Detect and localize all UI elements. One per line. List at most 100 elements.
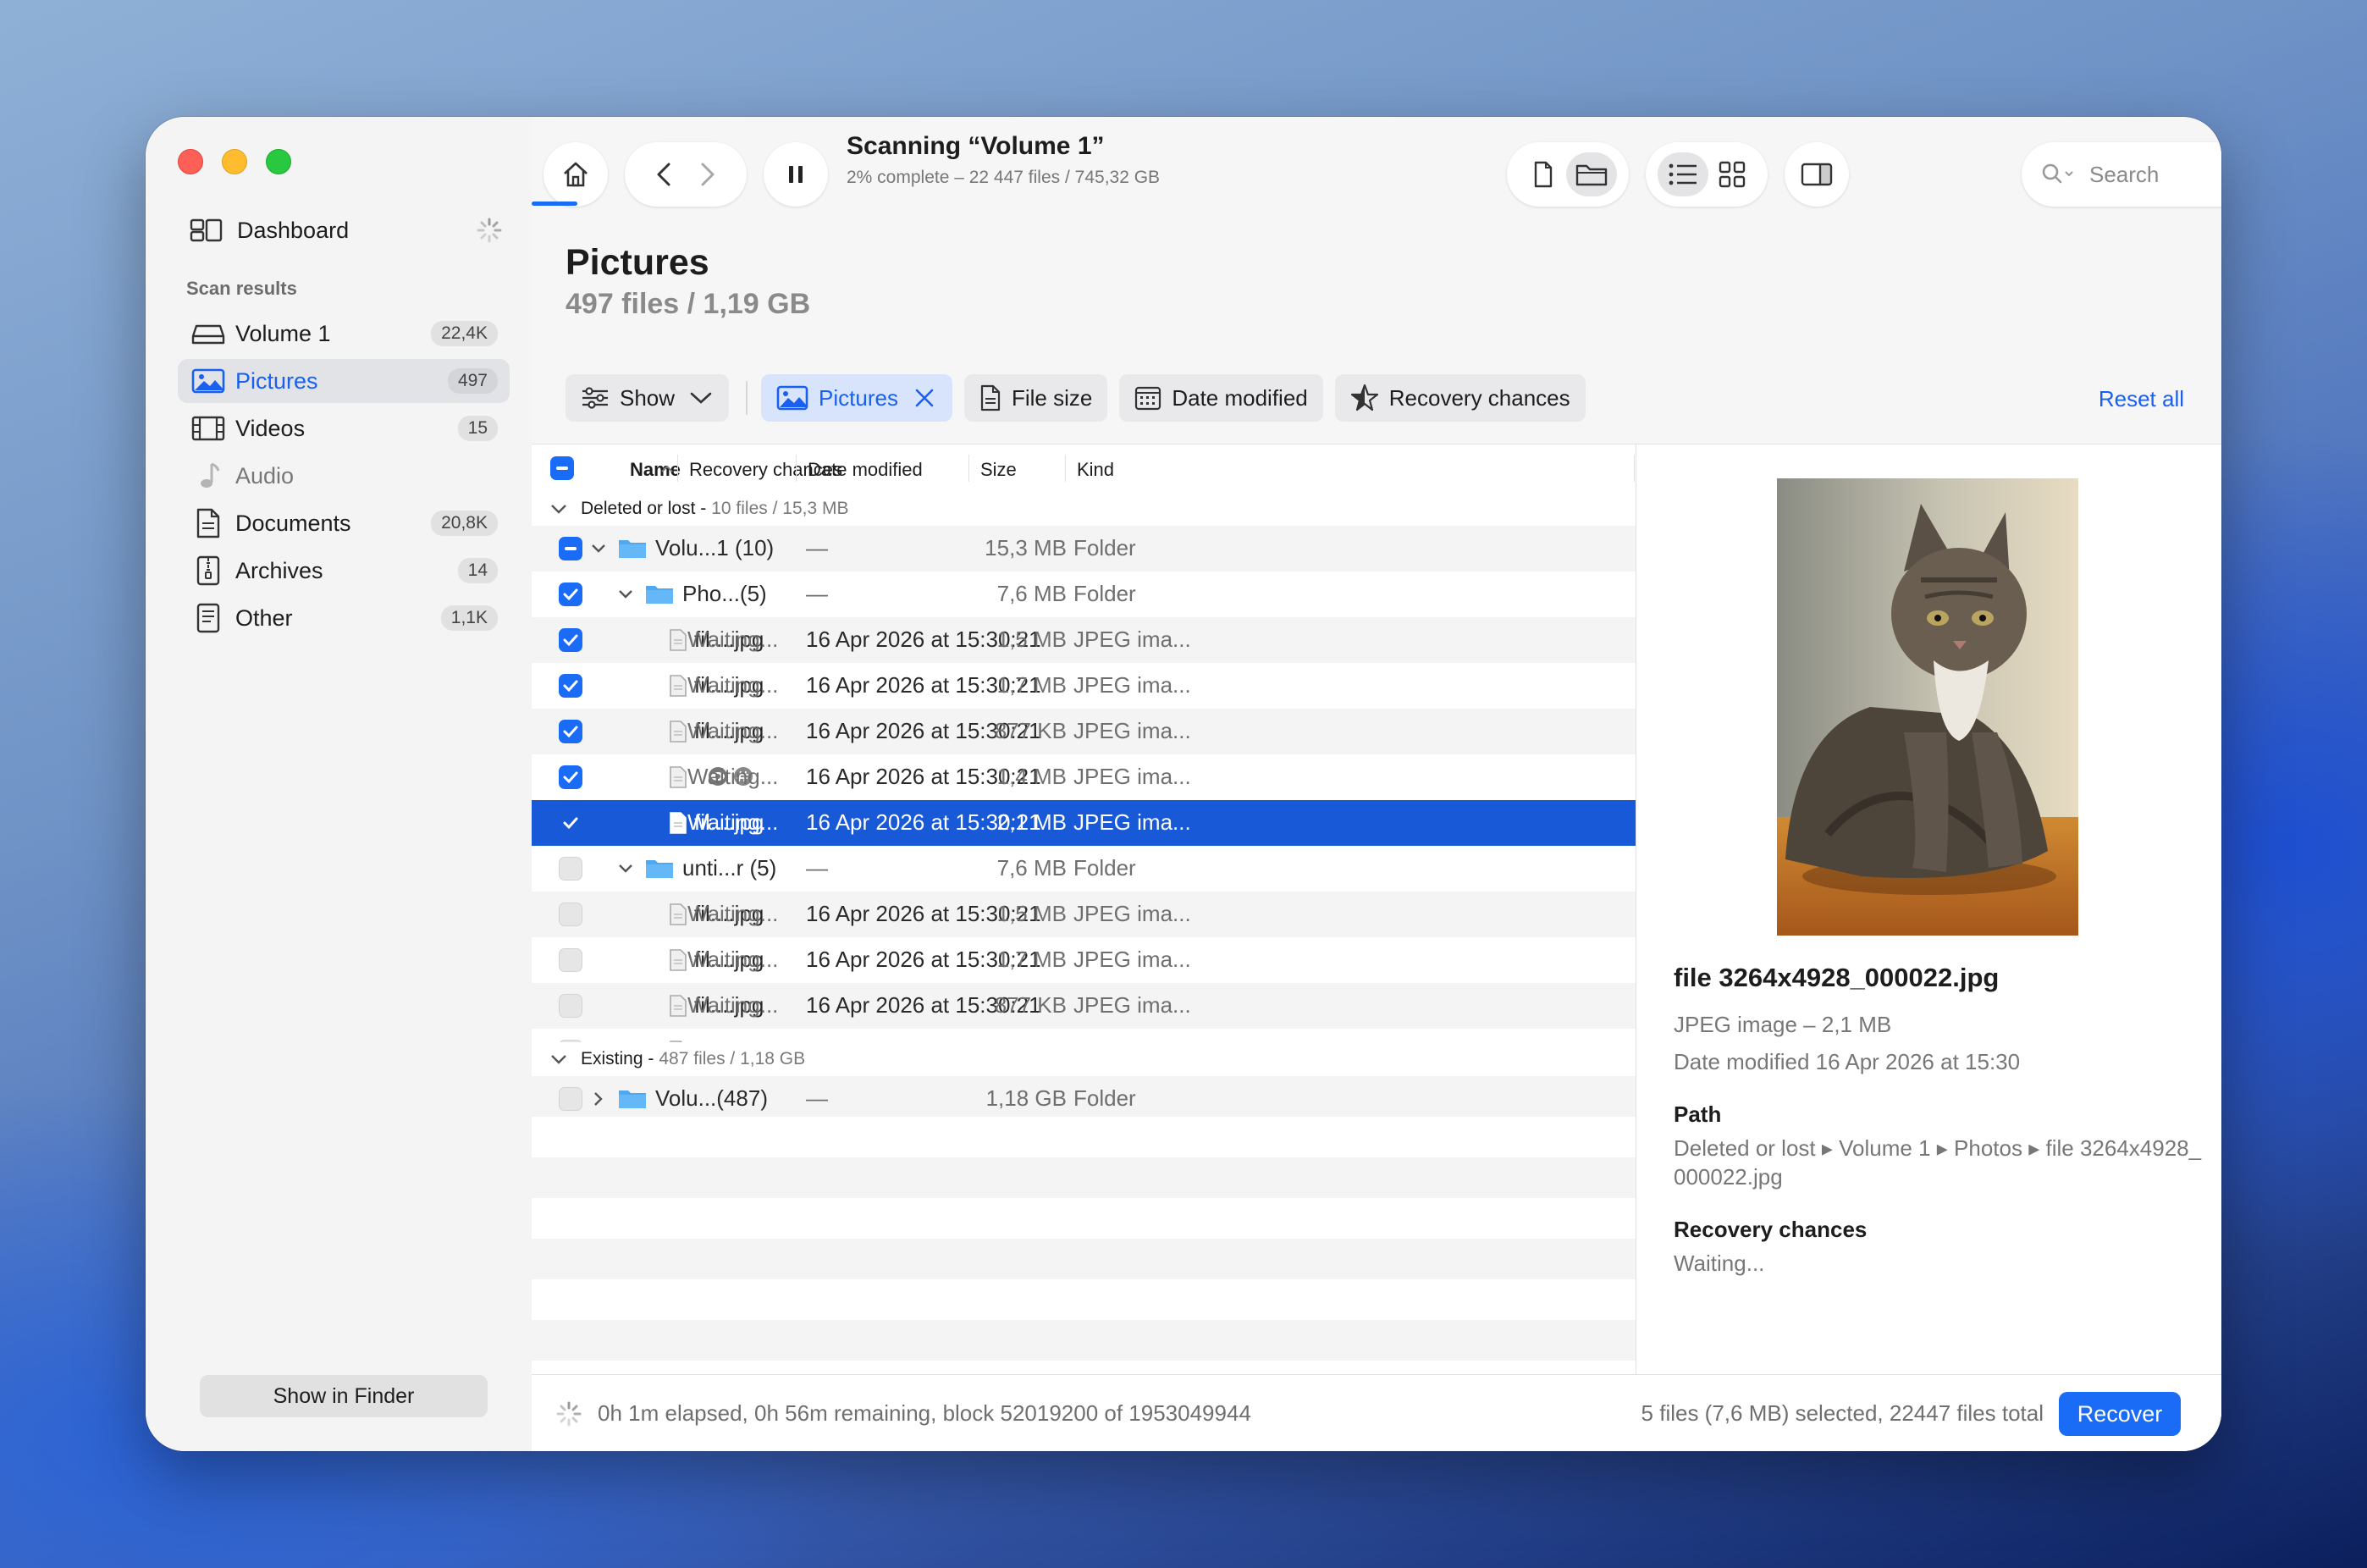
- group-header-existing[interactable]: Existing - 487 files / 1,18 GB: [532, 1042, 1636, 1077]
- table-row[interactable]: fil....jpgWaiting...16 Apr 2026 at 15:30…: [532, 663, 1636, 709]
- count-badge: 1,1K: [440, 605, 498, 631]
- file-icon: [670, 995, 687, 1017]
- table-row[interactable]: Volu...1 (10) — 15,3 MB Folder: [532, 526, 1636, 571]
- row-checkbox[interactable]: [559, 765, 582, 789]
- row-checkbox[interactable]: [559, 948, 582, 972]
- document-icon: [196, 508, 220, 538]
- chevron-down-icon: [690, 392, 712, 404]
- sidebar-item-audio[interactable]: Audio: [178, 454, 510, 498]
- group-header-deleted[interactable]: Deleted or lost - 10 files / 15,3 MB: [532, 492, 1636, 527]
- recovery-chances-filter-button[interactable]: Recovery chances: [1334, 374, 1586, 422]
- preview-path-heading: Path: [1674, 1101, 1722, 1127]
- zoom-button[interactable]: [266, 149, 291, 174]
- table-row[interactable]: Waiting... 16 Apr 2026 at 15:30:21 1,4 MB J…: [532, 754, 1636, 800]
- show-in-finder-button[interactable]: Show in Finder: [200, 1375, 488, 1417]
- column-kind[interactable]: Kind: [1077, 459, 1114, 481]
- file-kind: JPEG ima...: [1073, 718, 1191, 743]
- close-button[interactable]: [178, 149, 203, 174]
- empty-row: [532, 1279, 1636, 1320]
- table-row[interactable]: Pho...(5) — 7,6 MB Folder: [532, 571, 1636, 617]
- file-kind: JPEG ima...: [1073, 901, 1191, 926]
- close-icon[interactable]: [912, 385, 937, 411]
- home-icon: [564, 162, 588, 187]
- table-row[interactable]: fil....jpgWaiting...16 Apr 2026 at 15:30…: [532, 937, 1636, 983]
- pictures-filter-chip[interactable]: Pictures: [761, 374, 952, 422]
- sidebar-item-dashboard[interactable]: Dashboard: [190, 212, 503, 249]
- row-checkbox[interactable]: [559, 1087, 582, 1111]
- row-checkbox[interactable]: [559, 537, 582, 560]
- table-row[interactable]: fil....jpgWaiting...16 Apr 2026 at 15:30…: [532, 983, 1636, 1029]
- table-row[interactable]: Volu...(487) — 1,18 GB Folder: [532, 1076, 1636, 1117]
- sidebar-item-volume1[interactable]: Volume 1 22,4K: [178, 312, 510, 356]
- file-icon: [670, 675, 687, 697]
- window-controls: [178, 149, 291, 174]
- group-info: 487 files / 1,18 GB: [659, 1049, 806, 1068]
- sidebar-item-documents[interactable]: Documents 20,8K: [178, 501, 510, 545]
- filter-separator: [746, 381, 748, 415]
- document-icon: [980, 384, 1001, 411]
- sidebar-item-label: Volume 1: [235, 320, 331, 346]
- row-checkbox[interactable]: [559, 628, 582, 652]
- sidebar-item-archives[interactable]: Archives 14: [178, 549, 510, 593]
- table-row[interactable]: fil....jpgWaiting...16 Apr 2026 at 15:30…: [532, 709, 1636, 754]
- sidebar-right-icon: [1801, 163, 1833, 186]
- pause-button[interactable]: [764, 142, 828, 207]
- row-checkbox[interactable]: [559, 720, 582, 743]
- scan-results-heading: Scan results: [186, 278, 297, 299]
- recover-button[interactable]: Recover: [2059, 1392, 2181, 1436]
- sidebar-item-label: Other: [235, 605, 293, 631]
- folder-view-button[interactable]: [1566, 152, 1617, 196]
- file-size: 15,3 MB: [985, 535, 1067, 560]
- cat-photo-preview: [1777, 478, 2078, 936]
- recovery-chance: Waiting...: [687, 672, 779, 698]
- group-label: Existing -: [581, 1049, 654, 1068]
- table-row[interactable]: fil....jpgWaiting...16 Apr 2026 at 15:30…: [532, 800, 1636, 846]
- preview-type-size: JPEG image – 2,1 MB: [1674, 1012, 1892, 1037]
- row-checkbox[interactable]: [559, 582, 582, 606]
- row-checkbox[interactable]: [559, 674, 582, 698]
- file-size: 1,18 GB: [985, 1085, 1067, 1111]
- sidebar-item-pictures[interactable]: Pictures 497: [178, 359, 510, 403]
- search-field[interactable]: Search: [2022, 142, 2221, 207]
- forward-button[interactable]: [686, 157, 728, 191]
- sidebar-item-videos[interactable]: Videos 15: [178, 406, 510, 450]
- grid-view-icon[interactable]: [1708, 157, 1756, 191]
- row-checkbox[interactable]: [559, 857, 582, 881]
- chevron-down-icon[interactable]: [616, 586, 635, 603]
- show-filter-button[interactable]: Show: [566, 374, 730, 422]
- empty-row: [532, 1198, 1636, 1239]
- row-checkbox[interactable]: [559, 903, 582, 926]
- home-button[interactable]: [543, 142, 608, 207]
- file-view-icon[interactable]: [1519, 154, 1566, 195]
- select-all-checkbox[interactable]: [550, 456, 574, 480]
- status-bar: 0h 1m elapsed, 0h 56m remaining, block 5…: [532, 1374, 2221, 1451]
- table-row[interactable]: unti...r (5) — 7,6 MB Folder: [532, 846, 1636, 892]
- file-size-filter-button[interactable]: File size: [963, 374, 1108, 422]
- preview-panel-toggle[interactable]: [1785, 142, 1849, 207]
- table-row[interactable]: fil....jpgWaiting...16 Apr 2026 at 15:30…: [532, 892, 1636, 937]
- reset-all-link[interactable]: Reset all: [2099, 386, 2184, 412]
- chevron-down-icon[interactable]: [589, 540, 608, 557]
- scan-title: Scanning “Volume 1”: [847, 132, 1105, 160]
- chevron-down-icon[interactable]: [616, 860, 635, 877]
- minimize-button[interactable]: [222, 149, 247, 174]
- row-checkbox[interactable]: [559, 994, 582, 1018]
- column-date-modified[interactable]: Date modified: [808, 459, 923, 481]
- film-icon: [191, 416, 225, 441]
- column-size[interactable]: Size: [980, 459, 1017, 481]
- chevron-down-icon: [551, 505, 566, 514]
- count-badge: 20,8K: [431, 511, 498, 536]
- date-modified-filter-label: Date modified: [1172, 384, 1308, 411]
- back-button[interactable]: [643, 157, 686, 191]
- row-checkbox[interactable]: [559, 811, 582, 835]
- date-modified-filter-button[interactable]: Date modified: [1119, 374, 1323, 422]
- empty-row: [532, 1117, 1636, 1157]
- chevron-right-icon[interactable]: [589, 1090, 608, 1107]
- list-view-button[interactable]: [1658, 152, 1708, 196]
- recovery-chance: Waiting...: [687, 718, 779, 743]
- file-size: 7,6 MB: [996, 581, 1067, 606]
- file-icon: [670, 721, 687, 743]
- file-icon: [670, 903, 687, 925]
- sidebar-item-other[interactable]: Other 1,1K: [178, 596, 510, 640]
- table-row[interactable]: fil....jpgWaiting...16 Apr 2026 at 15:30…: [532, 617, 1636, 663]
